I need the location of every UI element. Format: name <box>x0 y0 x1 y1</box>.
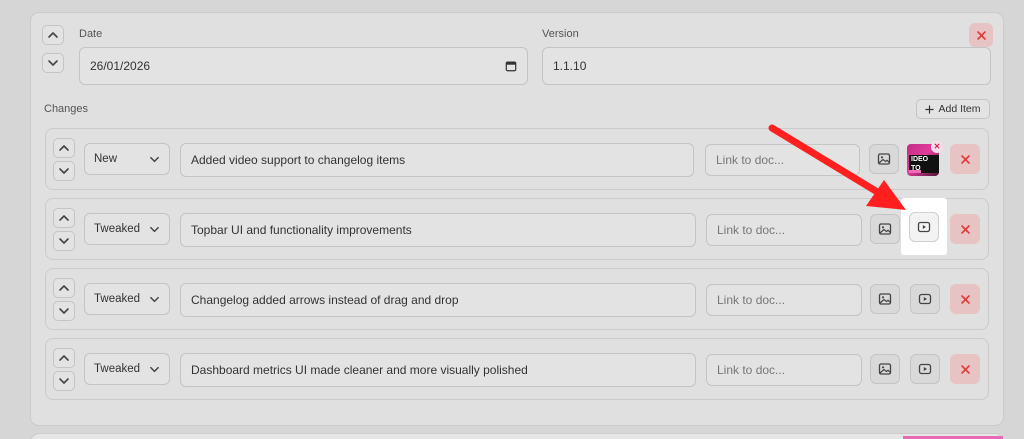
change-type-value: Tweaked <box>94 293 141 305</box>
date-label: Date <box>79 28 103 40</box>
add-item-label: Add Item <box>938 103 981 115</box>
change-type-value: Tweaked <box>94 223 141 235</box>
add-video-button[interactable] <box>910 284 940 314</box>
change-description-value: Changelog added arrows instead of drag a… <box>191 293 459 307</box>
delete-item-button[interactable] <box>950 144 980 174</box>
change-type-select[interactable]: Tweaked <box>84 353 170 385</box>
move-item-up-button[interactable] <box>53 138 75 158</box>
chevron-up-icon <box>59 285 69 291</box>
change-description-input[interactable]: Dashboard metrics UI made cleaner and mo… <box>180 353 696 387</box>
close-icon <box>960 154 970 164</box>
add-item-button[interactable]: Add Item <box>916 99 990 119</box>
close-icon <box>960 294 970 304</box>
chevron-up-icon <box>48 32 58 38</box>
move-entry-down-button[interactable] <box>42 53 64 73</box>
doc-link-placeholder: Link to doc... <box>717 223 786 237</box>
chevron-down-icon <box>59 168 69 174</box>
change-description-input[interactable]: Changelog added arrows instead of drag a… <box>180 283 696 317</box>
delete-item-button[interactable] <box>950 284 980 314</box>
date-value: 26/01/2026 <box>90 59 151 73</box>
move-item-down-button[interactable] <box>53 161 75 181</box>
change-type-select[interactable]: New <box>84 143 170 175</box>
add-image-button[interactable] <box>870 214 900 244</box>
move-item-up-button[interactable] <box>53 208 75 228</box>
image-icon <box>877 153 891 165</box>
doc-link-input[interactable]: Link to doc... <box>705 144 860 176</box>
change-description-value: Topbar UI and functionality improvements <box>191 223 412 237</box>
change-type-select[interactable]: Tweaked <box>84 283 170 315</box>
chevron-down-icon <box>48 60 58 66</box>
add-video-button[interactable] <box>909 212 939 242</box>
delete-item-button[interactable] <box>950 214 980 244</box>
move-item-up-button[interactable] <box>53 278 75 298</box>
add-video-button[interactable] <box>910 354 940 384</box>
image-icon <box>878 363 892 375</box>
next-entry-panel <box>30 433 1004 439</box>
close-icon <box>960 364 970 374</box>
doc-link-placeholder: Link to doc... <box>716 153 785 167</box>
move-item-up-button[interactable] <box>53 348 75 368</box>
video-icon <box>918 293 932 305</box>
doc-link-input[interactable]: Link to doc... <box>706 354 862 386</box>
move-item-down-button[interactable] <box>53 371 75 391</box>
changes-label: Changes <box>44 103 89 115</box>
add-image-button[interactable] <box>870 284 900 314</box>
change-description-input[interactable]: Topbar UI and functionality improvements <box>180 213 696 247</box>
delete-entry-button[interactable] <box>969 23 993 47</box>
change-description-input[interactable]: Added video support to changelog items <box>180 143 694 177</box>
doc-link-input[interactable]: Link to doc... <box>706 214 862 246</box>
doc-link-input[interactable]: Link to doc... <box>706 284 862 316</box>
change-description-value: Added video support to changelog items <box>191 153 406 167</box>
delete-item-button[interactable] <box>950 354 980 384</box>
chevron-down-icon <box>59 378 69 384</box>
change-description-value: Dashboard metrics UI made cleaner and mo… <box>191 363 528 377</box>
chevron-down-icon <box>150 366 159 372</box>
chevron-down-icon <box>59 308 69 314</box>
chevron-up-icon <box>59 215 69 221</box>
chevron-up-icon <box>59 355 69 361</box>
add-image-button[interactable] <box>869 144 899 174</box>
image-icon <box>878 293 892 305</box>
remove-video-button[interactable]: ✕ <box>931 141 943 153</box>
chevron-down-icon <box>59 238 69 244</box>
video-icon <box>917 221 931 233</box>
video-icon <box>918 363 932 375</box>
video-thumbnail-bar <box>909 170 921 173</box>
change-type-select[interactable]: Tweaked <box>84 213 170 245</box>
move-item-down-button[interactable] <box>53 231 75 251</box>
version-input[interactable]: 1.1.10 <box>542 47 991 85</box>
move-item-down-button[interactable] <box>53 301 75 321</box>
chevron-down-icon <box>150 156 159 162</box>
version-label: Version <box>542 28 579 40</box>
chevron-down-icon <box>150 296 159 302</box>
version-value: 1.1.10 <box>553 59 587 73</box>
doc-link-placeholder: Link to doc... <box>717 293 786 307</box>
change-type-value: New <box>94 153 118 165</box>
move-entry-up-button[interactable] <box>42 25 64 45</box>
date-input[interactable]: 26/01/2026 <box>79 47 528 85</box>
plus-icon <box>925 104 935 114</box>
close-icon <box>960 224 970 234</box>
close-icon <box>976 30 986 40</box>
image-icon <box>878 223 892 235</box>
chevron-down-icon <box>150 226 159 232</box>
chevron-up-icon <box>59 145 69 151</box>
change-type-value: Tweaked <box>94 363 141 375</box>
calendar-icon[interactable] <box>505 60 517 72</box>
add-image-button[interactable] <box>870 354 900 384</box>
video-button-highlight <box>901 198 947 255</box>
doc-link-placeholder: Link to doc... <box>717 363 786 377</box>
